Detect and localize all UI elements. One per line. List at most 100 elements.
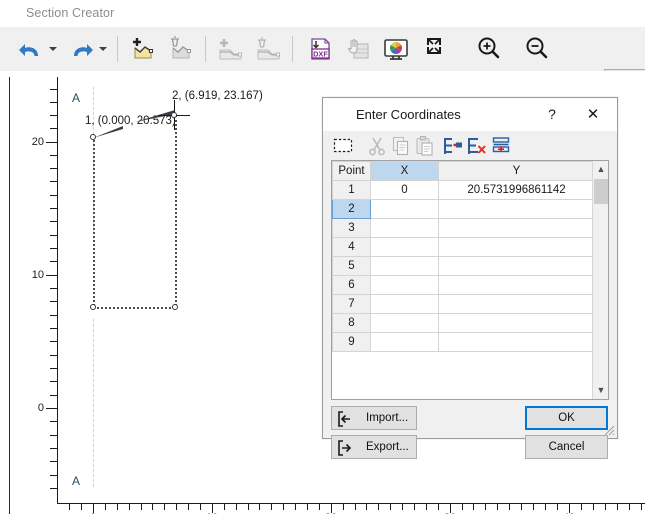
undo-dropdown-button[interactable] xyxy=(45,32,59,66)
table-vertical-scrollbar[interactable]: ▲ ▼ xyxy=(592,161,608,399)
point-1-marker xyxy=(92,125,126,144)
table-row[interactable]: 6 xyxy=(332,275,595,295)
row-index[interactable]: 2 xyxy=(332,199,371,219)
row-index[interactable]: 9 xyxy=(332,332,371,352)
table-row[interactable]: 5 xyxy=(332,256,595,276)
scroll-up-icon[interactable]: ▲ xyxy=(593,161,608,178)
x-minor-tick xyxy=(248,504,249,510)
cell-x[interactable] xyxy=(370,313,439,333)
undo-button[interactable] xyxy=(14,32,48,66)
delete-layer-button xyxy=(252,32,286,66)
cell-x[interactable] xyxy=(370,275,439,295)
y-minor-tick xyxy=(50,235,57,236)
section-label-top: A xyxy=(72,91,81,105)
redo-dropdown-button[interactable] xyxy=(95,32,109,66)
cell-y[interactable] xyxy=(438,332,595,352)
column-header-point[interactable]: Point xyxy=(332,161,371,181)
cell-x[interactable] xyxy=(370,256,439,276)
cell-x[interactable] xyxy=(370,332,439,352)
table-header-row: Point X Y xyxy=(332,161,595,181)
cancel-button[interactable]: Cancel xyxy=(525,435,608,459)
table-row[interactable]: 3 xyxy=(332,218,595,238)
x-minor-tick xyxy=(390,504,391,510)
cell-y[interactable] xyxy=(438,237,595,257)
x-minor-tick xyxy=(521,504,522,510)
profile-base-edge xyxy=(93,307,175,309)
cell-y[interactable] xyxy=(438,256,595,276)
chevron-down-icon xyxy=(49,47,57,51)
delete-column-icon[interactable] xyxy=(465,134,489,158)
point-2-node[interactable] xyxy=(171,112,177,118)
y-minor-tick xyxy=(50,461,57,462)
insert-column-icon[interactable] xyxy=(441,134,465,158)
paste-icon xyxy=(413,134,437,158)
zoom-extents-button[interactable] xyxy=(422,32,456,66)
ok-button[interactable]: OK xyxy=(525,406,608,430)
zoom-out-button[interactable] xyxy=(520,32,554,66)
y-minor-tick xyxy=(50,115,57,116)
column-header-x[interactable]: X xyxy=(370,161,439,181)
row-index[interactable]: 3 xyxy=(332,218,371,238)
cell-y[interactable] xyxy=(438,294,595,314)
table-row[interactable]: 1 0 20.5731996861142 xyxy=(332,180,595,200)
x-minor-tick xyxy=(509,504,510,510)
y-major-tick-0 xyxy=(46,408,57,409)
coordinates-table-container[interactable]: Point X Y 1 0 20.5731996861142 2 3 4 5 6… xyxy=(331,160,609,400)
y-minor-tick xyxy=(50,181,57,182)
y-major-tick-10 xyxy=(46,275,57,276)
profile-node[interactable] xyxy=(90,304,96,310)
toolbar-separator xyxy=(117,36,118,62)
y-minor-tick xyxy=(50,195,57,196)
cell-y[interactable] xyxy=(438,313,595,333)
toolbar-separator xyxy=(292,36,293,62)
dialog-title-bar[interactable]: Enter Coordinates ? ✕ xyxy=(323,98,617,131)
x-minor-tick xyxy=(164,504,165,510)
row-index[interactable]: 4 xyxy=(332,237,371,257)
add-section-button[interactable] xyxy=(128,32,162,66)
table-row[interactable]: 9 xyxy=(332,332,595,352)
redo-button[interactable] xyxy=(64,32,98,66)
table-row[interactable]: 4 xyxy=(332,237,595,257)
export-button[interactable]: Export... xyxy=(331,435,417,459)
cell-x[interactable] xyxy=(370,294,439,314)
x-minor-tick xyxy=(485,504,486,510)
row-index[interactable]: 5 xyxy=(332,256,371,276)
scrollbar-thumb[interactable] xyxy=(594,179,608,204)
cell-y[interactable] xyxy=(438,275,595,295)
row-index[interactable]: 6 xyxy=(332,275,371,295)
import-dxf-button[interactable]: DXF xyxy=(303,32,337,66)
column-header-y[interactable]: Y xyxy=(438,161,595,181)
y-minor-tick xyxy=(50,168,57,169)
y-minor-tick xyxy=(50,208,57,209)
x-minor-tick xyxy=(141,504,142,510)
cell-y[interactable]: 20.5731996861142 xyxy=(438,180,595,200)
cell-x-active[interactable] xyxy=(370,199,439,219)
y-minor-tick xyxy=(50,89,57,90)
cell-y[interactable] xyxy=(438,199,595,219)
row-index[interactable]: 8 xyxy=(332,313,371,333)
cell-y[interactable] xyxy=(438,218,595,238)
resize-grip[interactable] xyxy=(604,425,615,436)
insert-row-icon[interactable] xyxy=(489,134,513,158)
table-row[interactable]: 7 xyxy=(332,294,595,314)
profile-left-edge xyxy=(93,136,95,306)
row-index[interactable]: 1 xyxy=(332,180,371,200)
table-row[interactable]: 8 xyxy=(332,313,595,333)
scroll-down-icon[interactable]: ▼ xyxy=(593,382,608,399)
select-all-icon[interactable] xyxy=(331,134,355,158)
help-icon[interactable]: ? xyxy=(541,104,563,126)
table-row[interactable]: 2 xyxy=(332,199,595,219)
x-minor-tick xyxy=(533,504,534,510)
cell-x[interactable]: 0 xyxy=(370,180,439,200)
zoom-in-button[interactable] xyxy=(472,32,506,66)
import-button[interactable]: Import... xyxy=(331,406,417,430)
close-icon[interactable]: ✕ xyxy=(581,104,605,126)
profile-node[interactable] xyxy=(172,304,178,310)
cell-x[interactable] xyxy=(370,237,439,257)
x-minor-tick xyxy=(295,504,296,510)
row-index[interactable]: 7 xyxy=(332,294,371,314)
x-minor-tick xyxy=(69,504,70,510)
cell-x[interactable] xyxy=(370,218,439,238)
display-settings-button[interactable] xyxy=(379,32,413,66)
y-minor-tick xyxy=(50,155,57,156)
